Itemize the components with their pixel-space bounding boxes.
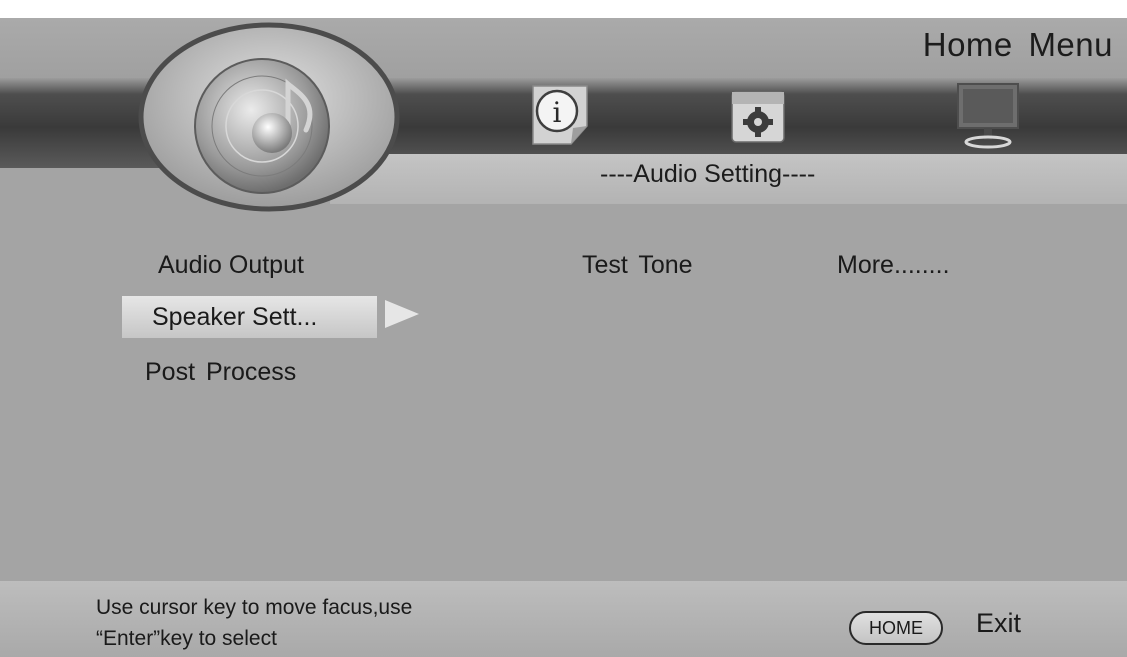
submenu-arrow-icon (385, 300, 419, 328)
section-title: ----Audio Setting---- (600, 160, 816, 188)
help-text-line-1: Use cursor key to move facus,use (96, 596, 413, 619)
music-disc-icon (138, 22, 400, 212)
menu-item-speaker-setting[interactable]: Speaker Sett... (152, 303, 317, 332)
info-icon[interactable]: i (525, 80, 595, 150)
menu-item-post-process[interactable]: Post Process (145, 358, 296, 387)
menu-item-test-tone[interactable]: Test Tone (582, 251, 693, 280)
menu-item-more[interactable]: More........ (837, 251, 950, 280)
help-text-line-2: “Enter”key to select (96, 627, 277, 650)
help-text: Use cursor key to move facus,use “Enter”… (96, 592, 412, 654)
home-key-button[interactable]: HOME (849, 611, 943, 645)
footer-bar: Use cursor key to move facus,use “Enter”… (0, 581, 1127, 657)
exit-label: Exit (976, 608, 1022, 638)
monitor-icon[interactable] (948, 80, 1028, 152)
page-title: Home Menu (922, 26, 1113, 63)
menu-item-audio-output[interactable]: Audio Output (158, 251, 304, 280)
settings-icon[interactable] (728, 88, 790, 150)
audio-setting-screen: Home Menu ----Audio Setting---- i Audio … (0, 18, 1127, 657)
svg-text:i: i (553, 96, 562, 129)
